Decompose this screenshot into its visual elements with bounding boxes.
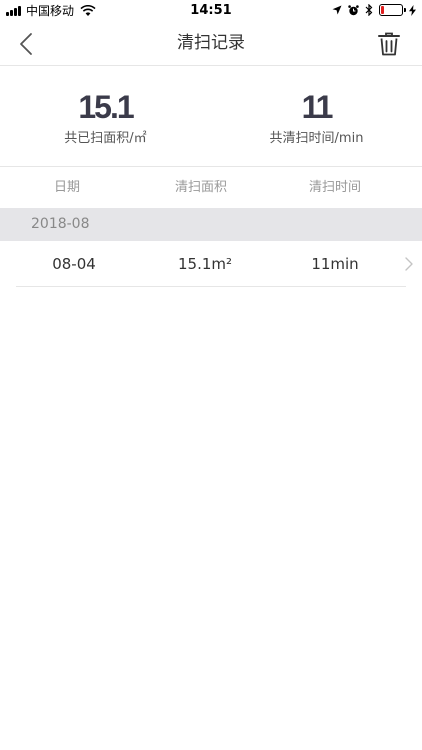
row-area: 15.1m² — [177, 255, 233, 273]
month-section-header: 2018-08 — [0, 208, 422, 241]
location-icon — [332, 5, 342, 15]
total-time-stat: 11 共清扫时间/min — [211, 89, 422, 147]
header-duration: 清扫时间 — [308, 180, 361, 195]
nav-bar: 清扫记录 — [0, 22, 422, 66]
row-date: 08-04 — [52, 255, 96, 273]
table-row[interactable]: 08-04 15.1m² 11min — [0, 241, 422, 286]
total-area-value: 15.1 — [78, 89, 134, 125]
alarm-icon — [348, 4, 359, 15]
status-right — [326, 4, 416, 16]
header-area: 清扫面积 — [174, 180, 227, 195]
row-chevron-icon — [405, 257, 413, 271]
summary-panel: 15.1 共已扫面积/㎡ 11 共清扫时间/min — [0, 67, 422, 167]
total-time-label: 共清扫时间/min — [269, 131, 364, 146]
total-area-stat: 15.1 共已扫面积/㎡ — [0, 89, 211, 147]
charging-icon — [409, 4, 416, 16]
bluetooth-icon — [365, 4, 373, 16]
total-area-label: 共已扫面积/㎡ — [64, 131, 147, 146]
table-header: 日期 清扫面积 清扫时间 — [0, 168, 422, 208]
header-date: 日期 — [53, 180, 80, 195]
month-label: 2018-08 — [31, 216, 90, 232]
trash-icon — [378, 32, 400, 56]
status-bar: 中国移动 14:51 — [0, 0, 422, 22]
total-time-value: 11 — [301, 89, 334, 125]
page-title: 清扫记录 — [177, 33, 245, 53]
delete-button[interactable] — [376, 30, 402, 58]
cleaning-records-screen: 中国移动 14:51 清扫记录 15.1 共已扫面积/㎡ 11 共清扫时间/mi… — [0, 0, 422, 750]
row-divider — [16, 286, 406, 287]
battery-icon — [379, 4, 406, 16]
row-duration: 11min — [311, 255, 359, 273]
